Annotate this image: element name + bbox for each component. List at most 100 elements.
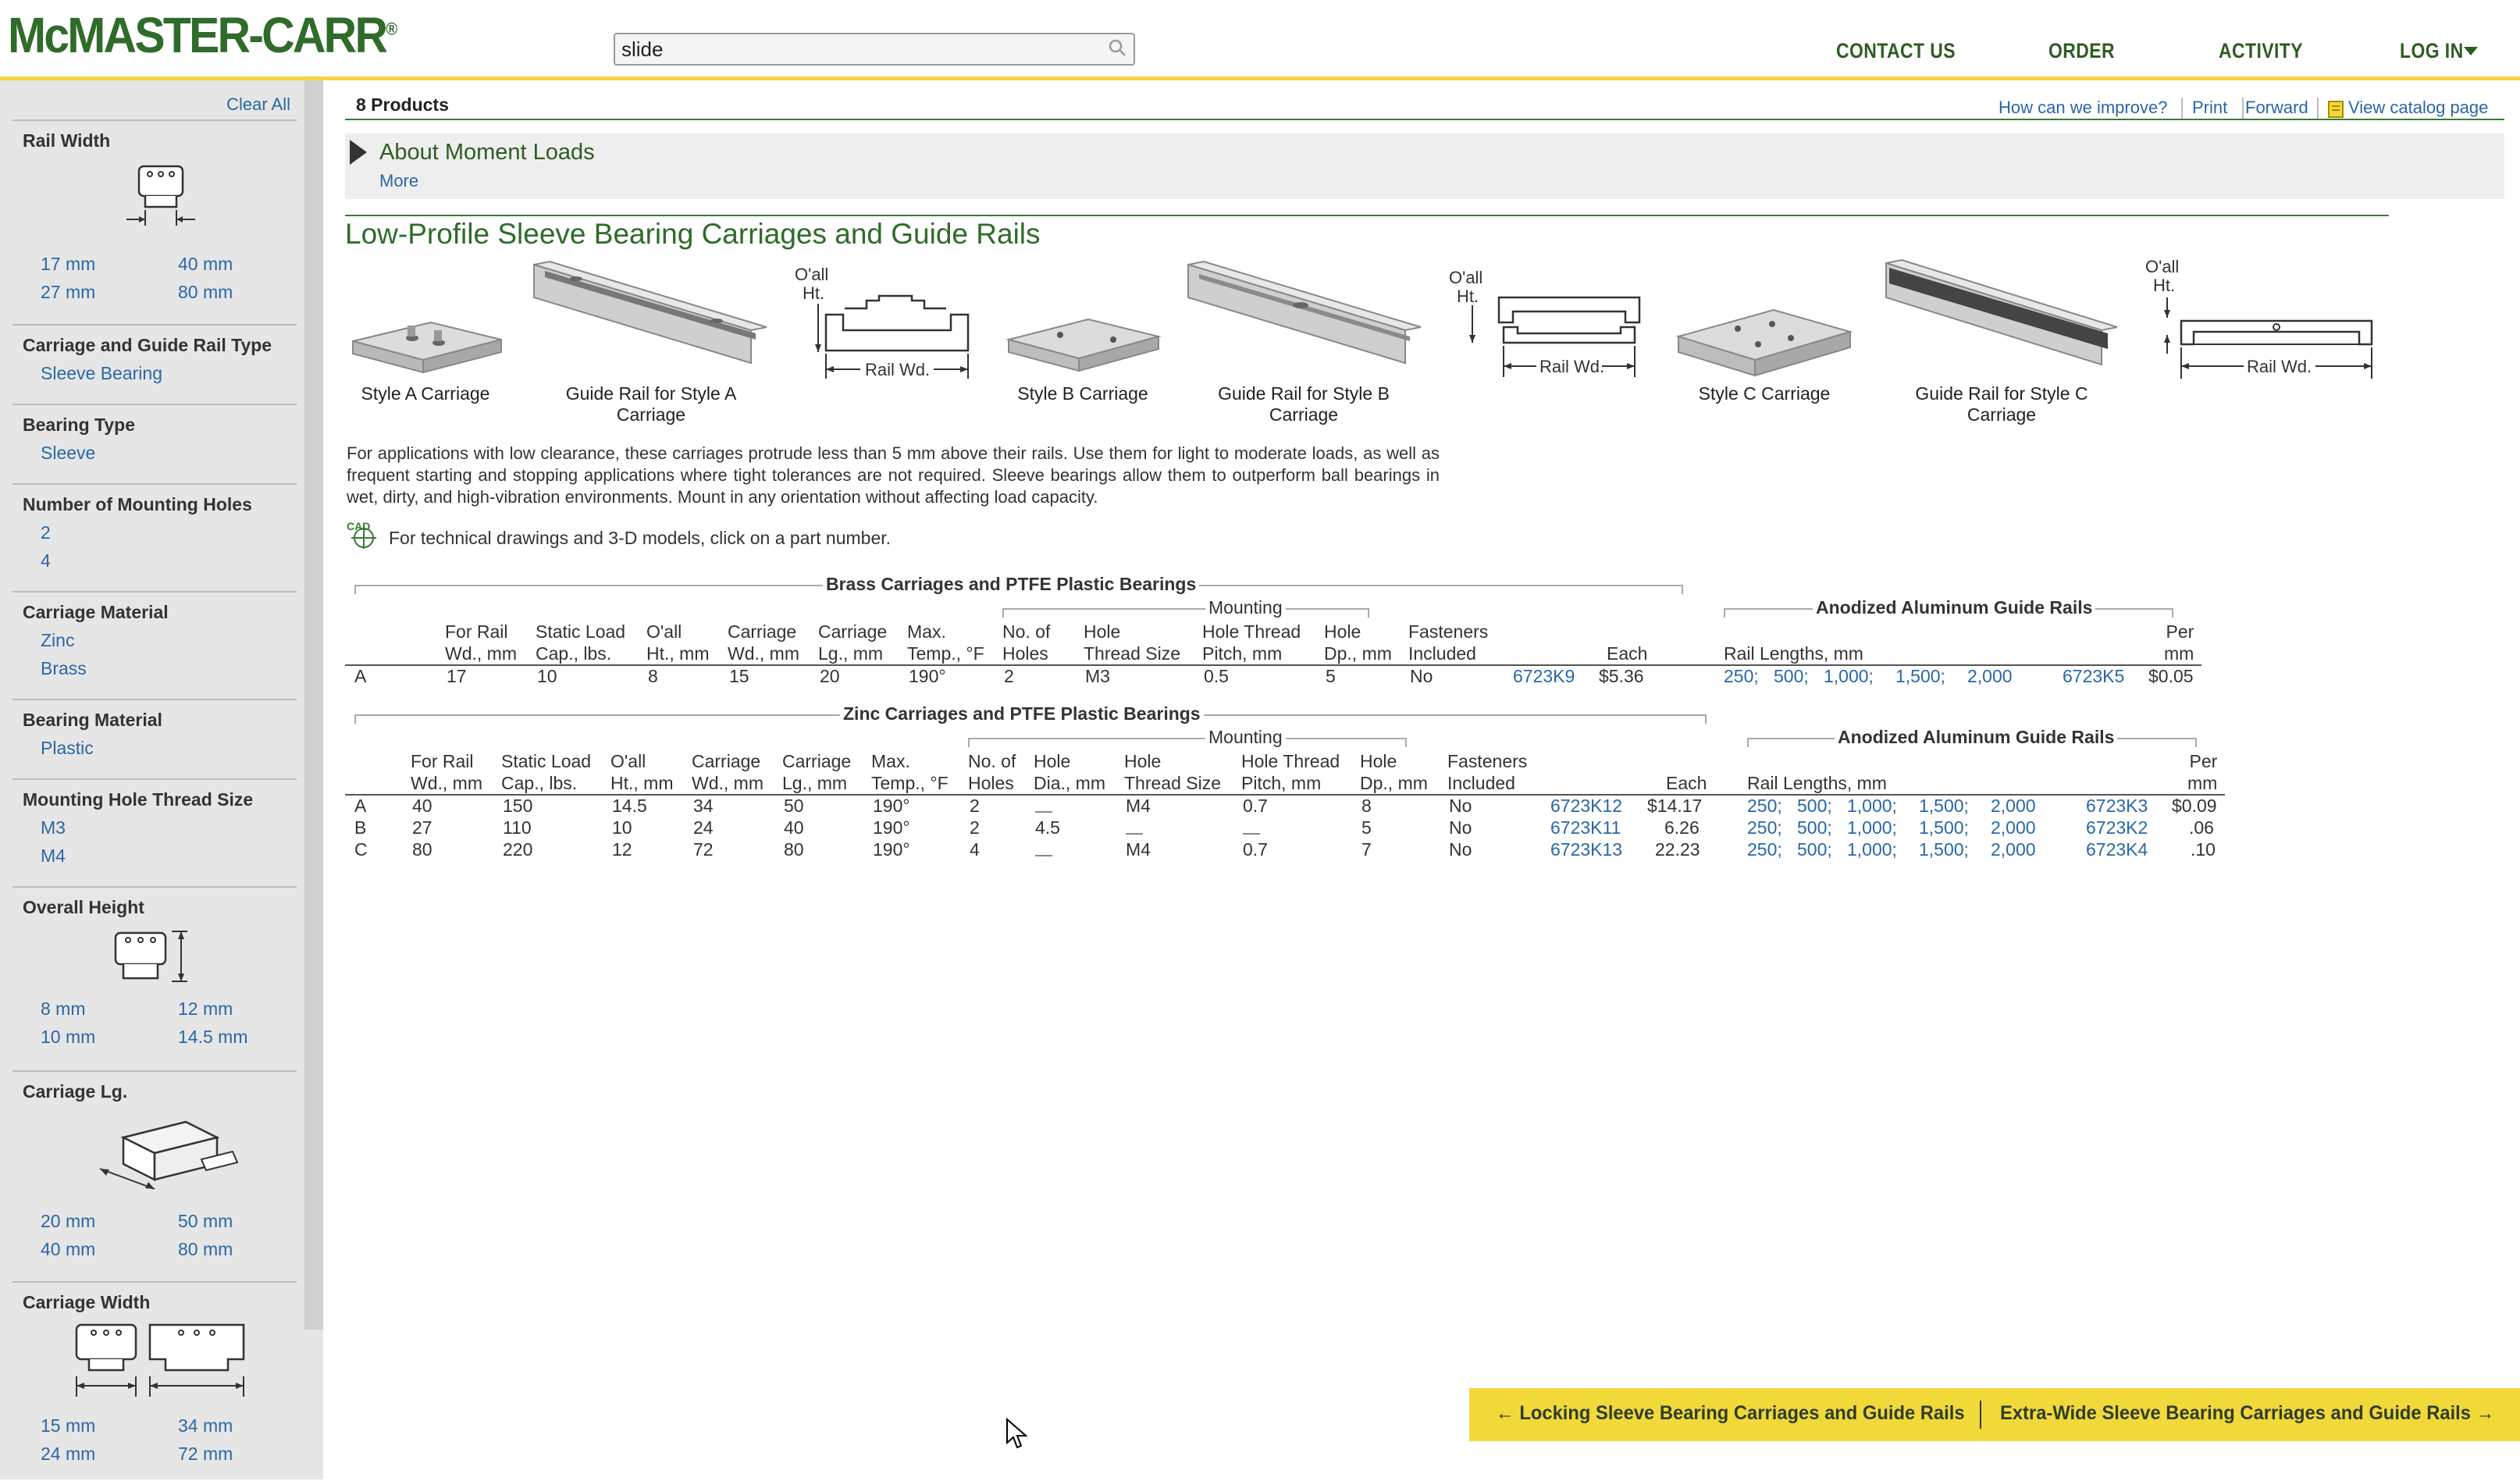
search-value[interactable]: slide: [621, 37, 663, 62]
rail-length-link[interactable]: 500;: [1797, 796, 1832, 817]
option-14-5mm[interactable]: 14.5 mm: [178, 1027, 247, 1048]
option-8mm[interactable]: 8 mm: [41, 999, 86, 1020]
option-40mm[interactable]: 40 mm: [178, 254, 233, 275]
rail-length-link[interactable]: 1,500;: [1919, 817, 1969, 838]
rail-length-link[interactable]: 250;: [1747, 796, 1782, 817]
col-header-carriage-lg: Carriage Lg., mm: [782, 751, 852, 793]
sidebar-scrollbar[interactable]: [304, 80, 323, 1330]
cell-hole-dp: 5: [1326, 666, 1336, 686]
style-a-carriage-image[interactable]: [345, 297, 506, 383]
option-brass[interactable]: Brass: [41, 658, 87, 679]
forward-link[interactable]: Forward: [2245, 98, 2308, 118]
cell-max-temp: 190°: [873, 839, 910, 860]
rail-length-link[interactable]: 250;: [1747, 839, 1782, 860]
option-4-holes[interactable]: 4: [41, 550, 51, 571]
rail-length-link[interactable]: 2,000: [1967, 666, 2013, 687]
option-72mm[interactable]: 72 mm: [178, 1444, 233, 1465]
rail-length-link[interactable]: 2,000: [1991, 796, 2036, 817]
option-zinc[interactable]: Zinc: [41, 630, 74, 651]
part-number-link[interactable]: 6723K11: [1550, 817, 1621, 838]
option-80mm[interactable]: 80 mm: [178, 282, 233, 303]
view-catalog-link[interactable]: View catalog page: [2348, 98, 2488, 118]
style-c-guide-rail-image[interactable]: [1881, 257, 2120, 369]
rail-length-link[interactable]: 500;: [1797, 839, 1832, 860]
cell-no-holes: 2: [970, 796, 980, 816]
part-number-link[interactable]: 6723K13: [1550, 839, 1622, 860]
expand-triangle-icon[interactable]: [350, 140, 367, 165]
style-c-carriage-image[interactable]: [1672, 290, 1856, 386]
empty-cell-dash: [1126, 833, 1143, 835]
option-27mm[interactable]: 27 mm: [41, 282, 95, 303]
products-count: 8 Products: [356, 94, 449, 115]
col-header-no-holes: No. of Holes: [968, 751, 1016, 793]
option-34mm[interactable]: 34 mm: [178, 1415, 233, 1436]
about-title[interactable]: About Moment Loads: [379, 140, 595, 166]
option-sleeve-bearing[interactable]: Sleeve Bearing: [41, 363, 162, 384]
option-80mm-length[interactable]: 80 mm: [178, 1239, 233, 1260]
option-12mm[interactable]: 12 mm: [178, 999, 233, 1020]
option-24mm[interactable]: 24 mm: [41, 1444, 95, 1465]
improve-link[interactable]: How can we improve?: [1999, 98, 2167, 118]
about-more-link[interactable]: More: [379, 171, 418, 191]
search-icon[interactable]: [1107, 37, 1127, 58]
rail-wd-label: Rail Wd.: [1539, 357, 1604, 376]
style-a-guide-rail-image[interactable]: [529, 258, 770, 368]
option-40mm-length[interactable]: 40 mm: [41, 1239, 95, 1260]
facet-title: Carriage Material: [23, 602, 169, 622]
nav-contact-us[interactable]: CONTACT US: [1836, 39, 1956, 63]
option-plastic[interactable]: Plastic: [41, 738, 94, 759]
option-15mm[interactable]: 15 mm: [41, 1415, 95, 1436]
option-2-holes[interactable]: 2: [41, 522, 51, 543]
rail-length-link[interactable]: 250;: [1724, 666, 1759, 687]
option-20mm[interactable]: 20 mm: [41, 1211, 95, 1232]
option-50mm[interactable]: 50 mm: [178, 1211, 233, 1232]
style-b-carriage-image[interactable]: [1002, 297, 1163, 383]
col-header-thread-size: Hole Thread Size: [1084, 621, 1181, 664]
col-header-carriage-wd: Carriage Wd., mm: [692, 751, 763, 793]
rail-part-number-link[interactable]: 6723K4: [2086, 839, 2148, 860]
option-sleeve[interactable]: Sleeve: [41, 443, 95, 464]
rail-length-link[interactable]: 1,500;: [1895, 666, 1945, 687]
group-line-tick: [2172, 608, 2173, 618]
print-link[interactable]: Print: [2192, 98, 2227, 118]
clear-all-link[interactable]: Clear All: [226, 94, 290, 115]
part-number-link[interactable]: 6723K9: [1513, 666, 1575, 687]
nav-order[interactable]: ORDER: [2048, 39, 2115, 63]
cell-hole-dp: 8: [1361, 796, 1372, 816]
rail-length-link[interactable]: 250;: [1747, 817, 1782, 838]
prev-product-link[interactable]: ← Locking Sleeve Bearing Carriages and G…: [1496, 1402, 1965, 1425]
rail-length-link[interactable]: 1,000;: [1847, 839, 1897, 860]
option-10mm[interactable]: 10 mm: [41, 1027, 95, 1048]
rail-length-link[interactable]: 1,500;: [1919, 796, 1969, 817]
part-number-link[interactable]: 6723K12: [1550, 796, 1622, 817]
next-product-link[interactable]: Extra-Wide Sleeve Bearing Carriages and …: [2000, 1402, 2494, 1425]
empty-cell-dash: [1035, 811, 1052, 813]
rail-part-number-link[interactable]: 6723K2: [2086, 817, 2148, 838]
rail-length-link[interactable]: 2,000: [1991, 839, 2036, 860]
rail-length-link[interactable]: 2,000: [1991, 817, 2036, 838]
group-line-tick: [1724, 608, 1725, 618]
nav-activity[interactable]: ACTIVITY: [2219, 39, 2303, 63]
site-logo[interactable]: McMASTER-CARR®: [8, 6, 397, 64]
rail-length-link[interactable]: 1,000;: [1847, 817, 1897, 838]
cell-thread-pitch: 0.7: [1243, 796, 1268, 816]
nav-log-in[interactable]: LOG IN: [2400, 39, 2464, 63]
rail-length-link[interactable]: 1,500;: [1919, 839, 1969, 860]
rail-part-number-link[interactable]: 6723K3: [2086, 796, 2148, 817]
cell-hole-dia: 4.5: [1035, 817, 1060, 838]
rail-length-link[interactable]: 500;: [1797, 817, 1832, 838]
option-m4[interactable]: M4: [41, 846, 66, 867]
rail-part-number-link[interactable]: 6723K5: [2063, 666, 2124, 687]
option-m3[interactable]: M3: [41, 817, 66, 838]
option-17mm[interactable]: 17 mm: [41, 254, 95, 275]
catalog-page-icon[interactable]: [2328, 101, 2344, 118]
cell-carriage-wd: 24: [693, 817, 714, 838]
rail-length-link[interactable]: 1,000;: [1824, 666, 1874, 687]
rail-length-link[interactable]: 1,000;: [1847, 796, 1897, 817]
about-moment-loads[interactable]: About Moment Loads More: [345, 134, 2504, 199]
style-b-guide-rail-image[interactable]: [1183, 258, 1424, 368]
search-input[interactable]: slide: [614, 33, 1135, 66]
col-header-oall-ht: O'all Ht., mm: [646, 621, 710, 664]
rail-length-link[interactable]: 500;: [1774, 666, 1809, 687]
chevron-down-icon[interactable]: [2464, 47, 2478, 56]
